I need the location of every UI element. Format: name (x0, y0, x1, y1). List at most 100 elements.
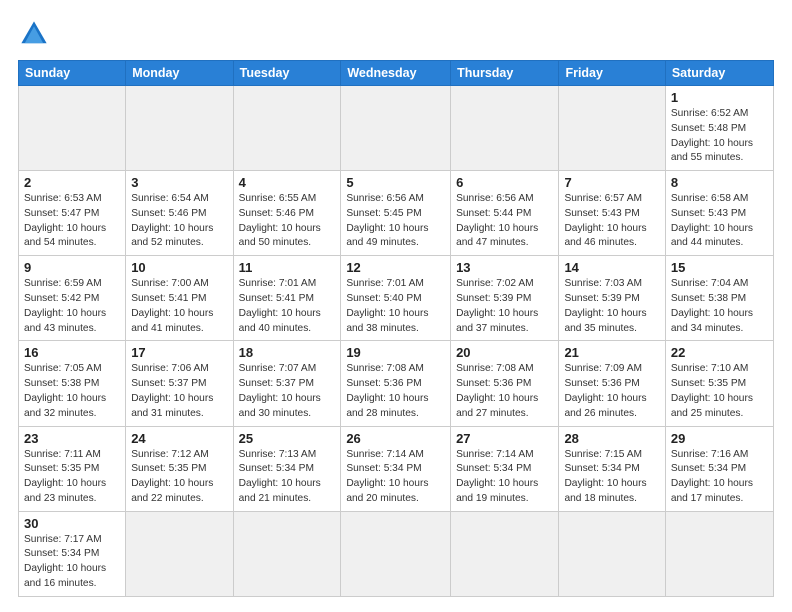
weekday-header-friday: Friday (559, 61, 665, 86)
calendar-cell-0 (19, 86, 126, 171)
page: SundayMondayTuesdayWednesdayThursdayFrid… (0, 0, 792, 612)
day-number-17: 17 (131, 345, 227, 360)
day-number-24: 24 (131, 431, 227, 446)
calendar-cell-37 (233, 511, 341, 596)
day-number-20: 20 (456, 345, 553, 360)
calendar-cell-16: 11 Sunrise: 7:01 AM Sunset: 5:41 PM Dayli… (233, 256, 341, 341)
day-number-4: 4 (239, 175, 336, 190)
day-info-1: Sunrise: 6:52 AM Sunset: 5:48 PM Dayligh… (671, 107, 768, 166)
calendar-cell-20: 15 Sunrise: 7:04 AM Sunset: 5:38 PM Dayli… (665, 256, 773, 341)
day-info-30: Sunrise: 7:17 AM Sunset: 5:34 PM Dayligh… (24, 533, 120, 592)
calendar-cell-38 (341, 511, 451, 596)
day-number-2: 2 (24, 175, 120, 190)
day-number-12: 12 (346, 260, 445, 275)
day-number-19: 19 (346, 345, 445, 360)
day-number-11: 11 (239, 260, 336, 275)
calendar-row-1: 1 Sunrise: 6:52 AM Sunset: 5:48 PM Daylig… (19, 86, 774, 171)
calendar-cell-14: 9Sunrise: 6:59 AM Sunset: 5:42 PM Daylig… (19, 256, 126, 341)
day-number-25: 25 (239, 431, 336, 446)
calendar-row-3: 9Sunrise: 6:59 AM Sunset: 5:42 PM Daylig… (19, 256, 774, 341)
calendar-cell-12: 7Sunrise: 6:57 AM Sunset: 5:43 PM Daylig… (559, 171, 665, 256)
calendar-cell-19: 14 Sunrise: 7:03 AM Sunset: 5:39 PM Dayli… (559, 256, 665, 341)
calendar-cell-27: 22 Sunrise: 7:10 AM Sunset: 5:35 PM Dayli… (665, 341, 773, 426)
header (18, 18, 774, 50)
day-number-7: 7 (564, 175, 659, 190)
calendar-cell-31: 26 Sunrise: 7:14 AM Sunset: 5:34 PM Dayli… (341, 426, 451, 511)
day-number-3: 3 (131, 175, 227, 190)
day-info-25: Sunrise: 7:13 AM Sunset: 5:34 PM Dayligh… (239, 448, 336, 507)
day-number-21: 21 (564, 345, 659, 360)
calendar-cell-33: 28 Sunrise: 7:15 AM Sunset: 5:34 PM Dayli… (559, 426, 665, 511)
day-info-20: Sunrise: 7:08 AM Sunset: 5:36 PM Dayligh… (456, 362, 553, 421)
day-number-13: 13 (456, 260, 553, 275)
weekday-header-saturday: Saturday (665, 61, 773, 86)
day-info-10: Sunrise: 7:00 AM Sunset: 5:41 PM Dayligh… (131, 277, 227, 336)
calendar-cell-39 (451, 511, 559, 596)
calendar-cell-9: 4 Sunrise: 6:55 AM Sunset: 5:46 PM Daylig… (233, 171, 341, 256)
day-number-9: 9 (24, 260, 120, 275)
day-info-4: Sunrise: 6:55 AM Sunset: 5:46 PM Dayligh… (239, 192, 336, 251)
weekday-header-sunday: Sunday (19, 61, 126, 86)
calendar-cell-11: 6 Sunrise: 6:56 AM Sunset: 5:44 PM Daylig… (451, 171, 559, 256)
day-info-27: Sunrise: 7:14 AM Sunset: 5:34 PM Dayligh… (456, 448, 553, 507)
day-info-24: Sunrise: 7:12 AM Sunset: 5:35 PM Dayligh… (131, 448, 227, 507)
day-number-28: 28 (564, 431, 659, 446)
day-info-5: Sunrise: 6:56 AM Sunset: 5:45 PM Dayligh… (346, 192, 445, 251)
day-info-6: Sunrise: 6:56 AM Sunset: 5:44 PM Dayligh… (456, 192, 553, 251)
calendar-cell-22: 17 Sunrise: 7:06 AM Sunset: 5:37 PM Dayli… (126, 341, 233, 426)
day-info-18: Sunrise: 7:07 AM Sunset: 5:37 PM Dayligh… (239, 362, 336, 421)
calendar-cell-32: 27 Sunrise: 7:14 AM Sunset: 5:34 PM Dayli… (451, 426, 559, 511)
day-info-16: Sunrise: 7:05 AM Sunset: 5:38 PM Dayligh… (24, 362, 120, 421)
day-info-15: Sunrise: 7:04 AM Sunset: 5:38 PM Dayligh… (671, 277, 768, 336)
calendar-cell-10: 5 Sunrise: 6:56 AM Sunset: 5:45 PM Daylig… (341, 171, 451, 256)
calendar-cell-25: 20 Sunrise: 7:08 AM Sunset: 5:36 PM Dayli… (451, 341, 559, 426)
day-info-21: Sunrise: 7:09 AM Sunset: 5:36 PM Dayligh… (564, 362, 659, 421)
weekday-header-monday: Monday (126, 61, 233, 86)
calendar-cell-15: 10 Sunrise: 7:00 AM Sunset: 5:41 PM Dayli… (126, 256, 233, 341)
day-number-8: 8 (671, 175, 768, 190)
day-info-14: Sunrise: 7:03 AM Sunset: 5:39 PM Dayligh… (564, 277, 659, 336)
day-number-22: 22 (671, 345, 768, 360)
day-number-14: 14 (564, 260, 659, 275)
day-number-5: 5 (346, 175, 445, 190)
day-info-19: Sunrise: 7:08 AM Sunset: 5:36 PM Dayligh… (346, 362, 445, 421)
day-number-1: 1 (671, 90, 768, 105)
logo-icon (18, 18, 50, 50)
day-info-26: Sunrise: 7:14 AM Sunset: 5:34 PM Dayligh… (346, 448, 445, 507)
day-info-12: Sunrise: 7:01 AM Sunset: 5:40 PM Dayligh… (346, 277, 445, 336)
calendar-row-6: 30Sunrise: 7:17 AM Sunset: 5:34 PM Dayli… (19, 511, 774, 596)
day-info-28: Sunrise: 7:15 AM Sunset: 5:34 PM Dayligh… (564, 448, 659, 507)
day-info-23: Sunrise: 7:11 AM Sunset: 5:35 PM Dayligh… (24, 448, 120, 507)
day-number-18: 18 (239, 345, 336, 360)
weekday-header-wednesday: Wednesday (341, 61, 451, 86)
calendar-cell-35: 30Sunrise: 7:17 AM Sunset: 5:34 PM Dayli… (19, 511, 126, 596)
calendar-cell-21: 16 Sunrise: 7:05 AM Sunset: 5:38 PM Dayli… (19, 341, 126, 426)
calendar-cell-17: 12 Sunrise: 7:01 AM Sunset: 5:40 PM Dayli… (341, 256, 451, 341)
calendar-row-4: 16 Sunrise: 7:05 AM Sunset: 5:38 PM Dayli… (19, 341, 774, 426)
day-info-29: Sunrise: 7:16 AM Sunset: 5:34 PM Dayligh… (671, 448, 768, 507)
day-number-27: 27 (456, 431, 553, 446)
day-info-8: Sunrise: 6:58 AM Sunset: 5:43 PM Dayligh… (671, 192, 768, 251)
day-number-16: 16 (24, 345, 120, 360)
day-number-15: 15 (671, 260, 768, 275)
calendar-cell-13: 8 Sunrise: 6:58 AM Sunset: 5:43 PM Daylig… (665, 171, 773, 256)
day-info-3: Sunrise: 6:54 AM Sunset: 5:46 PM Dayligh… (131, 192, 227, 251)
calendar-cell-41 (665, 511, 773, 596)
day-info-11: Sunrise: 7:01 AM Sunset: 5:41 PM Dayligh… (239, 277, 336, 336)
day-number-23: 23 (24, 431, 120, 446)
calendar-cell-5 (559, 86, 665, 171)
day-number-10: 10 (131, 260, 227, 275)
calendar-cell-40 (559, 511, 665, 596)
calendar-cell-7: 2Sunrise: 6:53 AM Sunset: 5:47 PM Daylig… (19, 171, 126, 256)
day-number-6: 6 (456, 175, 553, 190)
calendar-row-5: 23 Sunrise: 7:11 AM Sunset: 5:35 PM Dayli… (19, 426, 774, 511)
day-info-22: Sunrise: 7:10 AM Sunset: 5:35 PM Dayligh… (671, 362, 768, 421)
weekday-header-tuesday: Tuesday (233, 61, 341, 86)
calendar-cell-2 (233, 86, 341, 171)
logo (18, 18, 54, 50)
calendar: SundayMondayTuesdayWednesdayThursdayFrid… (18, 60, 774, 597)
day-info-17: Sunrise: 7:06 AM Sunset: 5:37 PM Dayligh… (131, 362, 227, 421)
day-number-26: 26 (346, 431, 445, 446)
calendar-cell-1 (126, 86, 233, 171)
calendar-cell-36 (126, 511, 233, 596)
